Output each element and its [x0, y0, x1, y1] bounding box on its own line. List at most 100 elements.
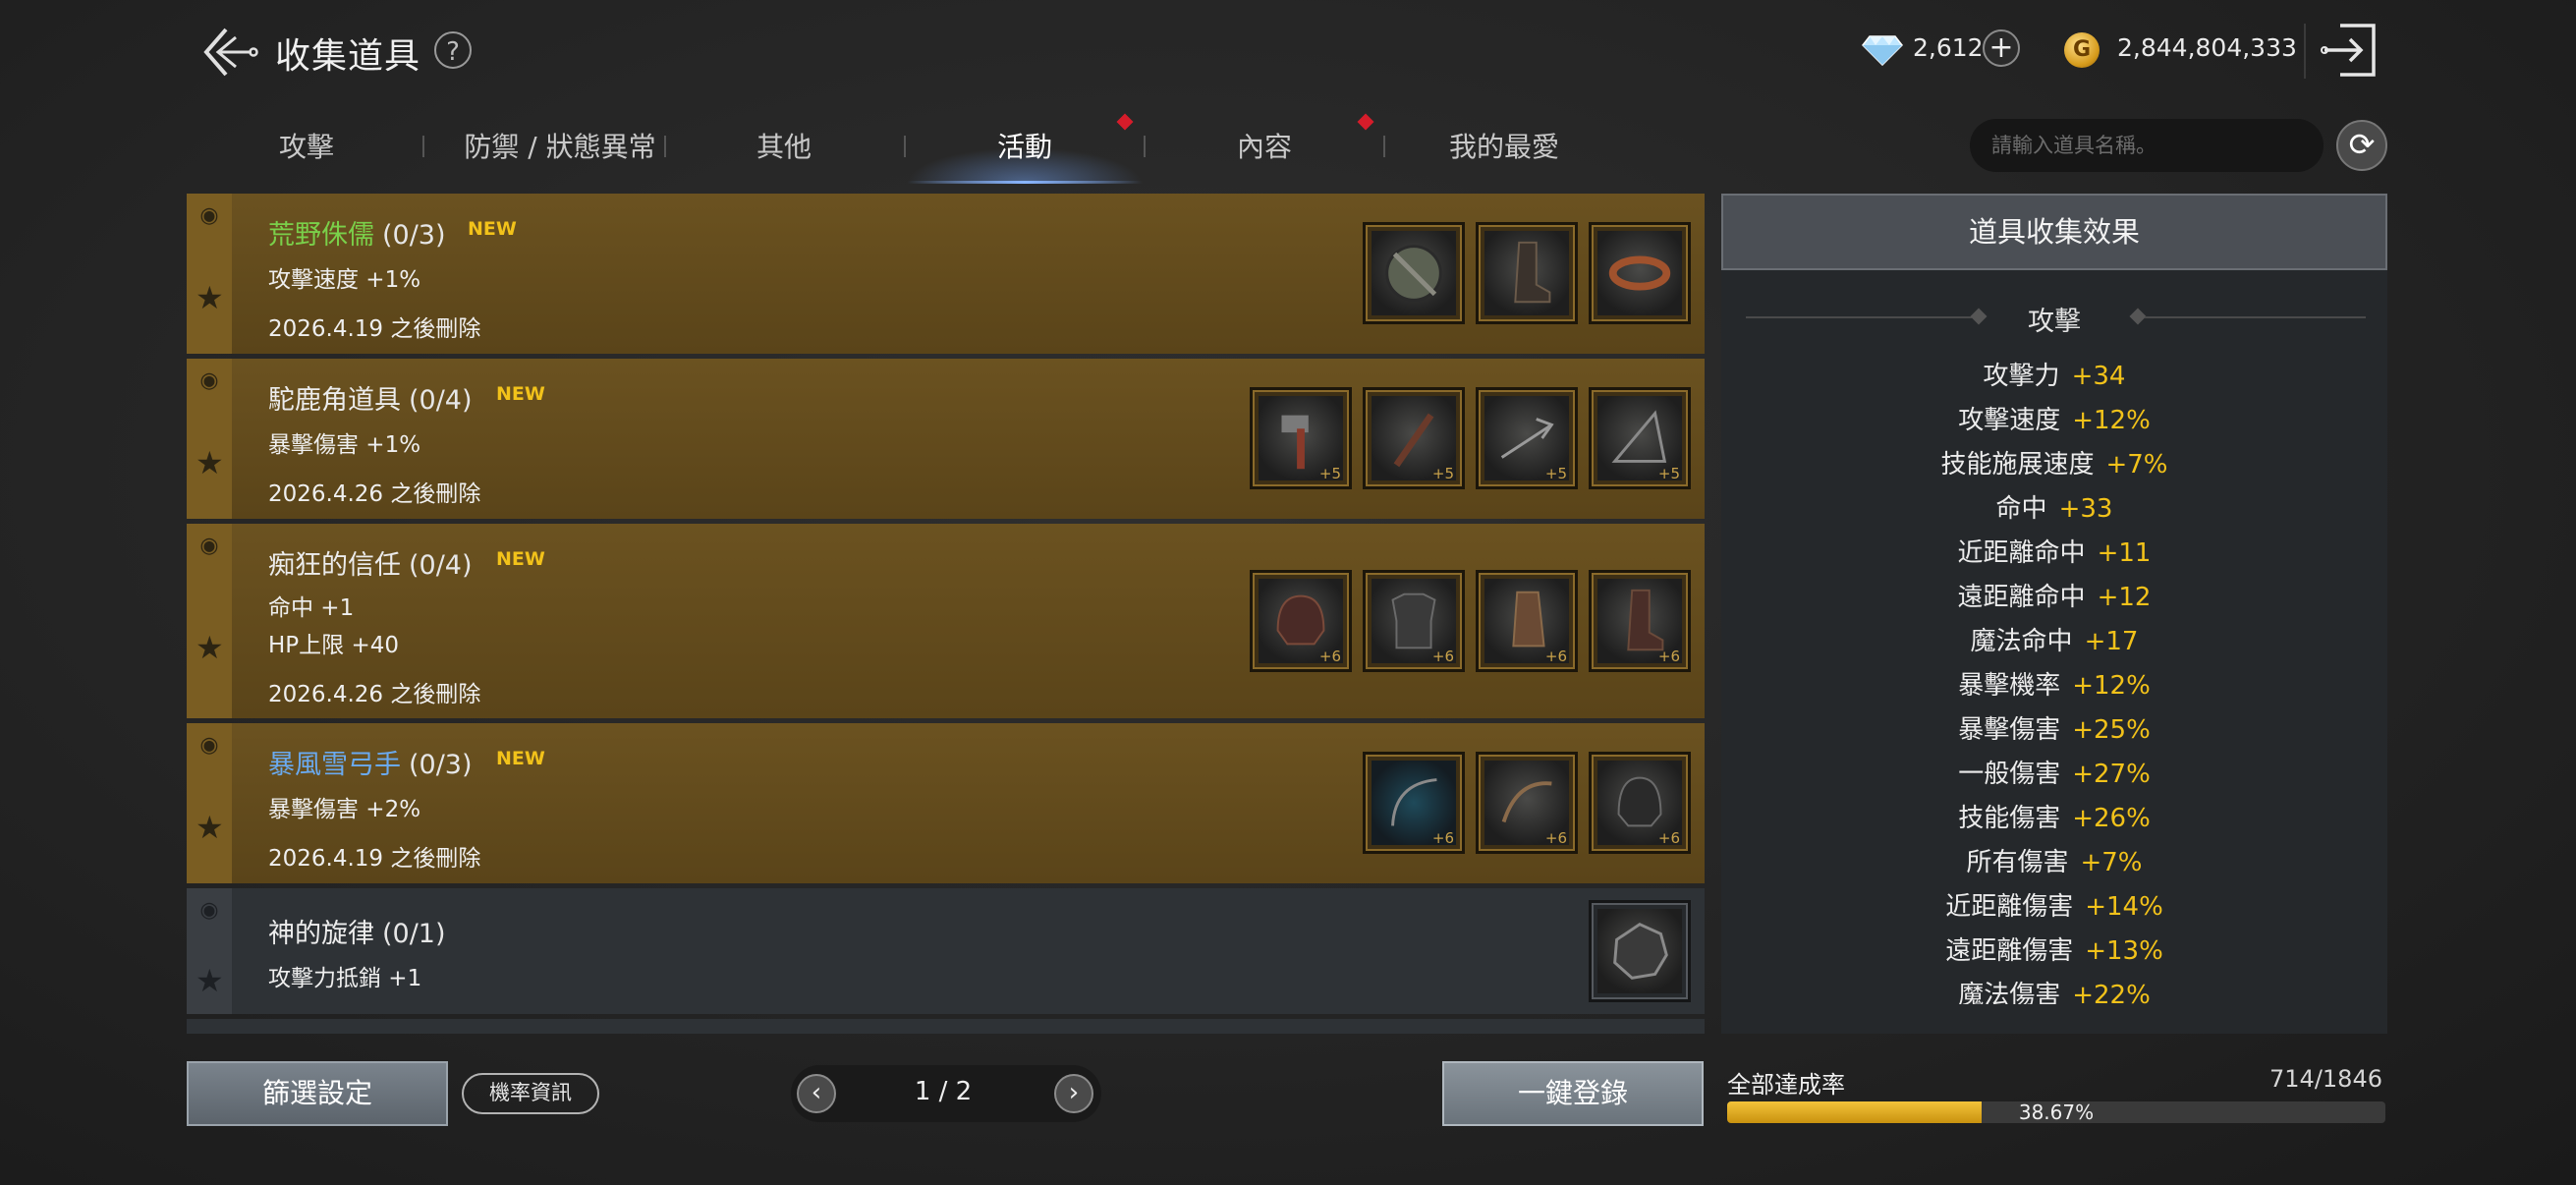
stat-label: 命中	[1995, 494, 2047, 524]
filter-settings-button[interactable]: 篩選設定	[187, 1061, 448, 1126]
tab-other[interactable]: 其他	[705, 126, 863, 181]
back-arrow-icon[interactable]	[196, 20, 261, 85]
stat-value: +22%	[2072, 981, 2151, 1004]
item-slot[interactable]: +6	[1363, 570, 1465, 672]
collection-row[interactable]: ◉ ★ 暴風雪弓手 (0/3) NEW 暴擊傷害 +2% 2026.4.19 之後…	[187, 723, 1705, 883]
collection-name-row: 荒野侏儒 (0/3)	[268, 213, 446, 252]
collection-count: (0/3)	[409, 750, 473, 780]
collection-name-row: 神的旋律 (0/1)	[268, 912, 446, 950]
collection-count: (0/3)	[382, 220, 446, 251]
collection-name: 痴狂的信任	[268, 550, 401, 581]
stat-line: 所有傷害 +7%	[1721, 842, 2387, 878]
favorite-star-icon[interactable]: ★	[196, 282, 224, 313]
diamond-icon	[1862, 35, 1903, 66]
search-input[interactable]	[1970, 119, 2324, 172]
stat-label: 暴擊傷害	[1958, 715, 2061, 745]
favorite-star-icon[interactable]: ★	[196, 447, 224, 479]
collection-effect: 命中 +1	[268, 595, 355, 621]
stat-value: +33	[2058, 494, 2113, 524]
collection-list[interactable]: ◉ ★ 荒野侏儒 (0/3) NEW 攻擊速度 +1% 2026.4.19 之後刪…	[187, 194, 1705, 1034]
item-slot[interactable]: +6	[1476, 752, 1578, 854]
collection-row-partial	[187, 1019, 1705, 1034]
exit-icon[interactable]	[2319, 18, 2383, 83]
help-icon[interactable]: ?	[434, 31, 472, 69]
item-slot[interactable]	[1589, 900, 1691, 1002]
favorite-star-icon[interactable]: ★	[196, 965, 224, 996]
belt-icon	[1608, 255, 1671, 291]
eye-icon[interactable]: ◉	[196, 536, 223, 557]
enhance-level: +6	[1657, 829, 1680, 847]
prev-page-button[interactable]: ‹	[797, 1074, 836, 1113]
item-slot[interactable]: +5	[1476, 387, 1578, 489]
stat-line: 近距離命中 +11	[1721, 533, 2387, 569]
collection-name-row: 駝鹿角道具 (0/4)	[268, 378, 473, 417]
collection-expiry: 2026.4.26 之後刪除	[268, 682, 481, 707]
collection-row[interactable]: ◉ ★ 駝鹿角道具 (0/4) NEW 暴擊傷害 +1% 2026.4.26 之後…	[187, 359, 1705, 519]
collection-expiry: 2026.4.19 之後刪除	[268, 846, 481, 872]
tab-event[interactable]: 活動	[946, 126, 1103, 181]
collection-effect: 攻擊速度 +1%	[268, 267, 421, 293]
item-slot[interactable]: +6	[1476, 570, 1578, 672]
collection-row[interactable]: ◉ ★ 荒野侏儒 (0/3) NEW 攻擊速度 +1% 2026.4.19 之後刪…	[187, 194, 1705, 354]
collection-count: (0/4)	[409, 385, 473, 416]
item-slot[interactable]	[1589, 222, 1691, 324]
probability-info-button[interactable]: 機率資訊	[462, 1073, 599, 1114]
tab-defense-status[interactable]: 防禦 / 狀態異常	[432, 126, 688, 181]
stat-label: 攻擊力	[1983, 362, 2060, 391]
stat-label: 技能傷害	[1958, 804, 2061, 833]
stat-label: 魔法命中	[1970, 627, 2073, 656]
add-diamond-button[interactable]: +	[1983, 29, 2020, 67]
enhance-level: +6	[1431, 648, 1454, 665]
tab-content[interactable]: 內容	[1186, 126, 1343, 181]
panel-title: 道具收集效果	[1721, 194, 2387, 270]
collection-count: (0/1)	[382, 919, 446, 949]
new-badge: NEW	[496, 748, 545, 769]
item-slot[interactable]: +5	[1363, 387, 1465, 489]
stat-line: 暴擊傷害 +25%	[1721, 709, 2387, 746]
collection-name: 駝鹿角道具	[268, 385, 401, 416]
enhance-level: +6	[1544, 648, 1567, 665]
collection-name: 暴風雪弓手	[268, 750, 401, 780]
eye-icon[interactable]: ◉	[196, 735, 223, 757]
stat-line: 暴擊機率 +12%	[1721, 665, 2387, 702]
refresh-icon[interactable]: ⟳	[2336, 120, 2387, 171]
stat-line: 技能施展速度 +7%	[1721, 444, 2387, 480]
collection-effect: HP上限 +40	[268, 633, 400, 658]
item-slot[interactable]	[1363, 222, 1465, 324]
tab-attack[interactable]: 攻擊	[228, 126, 385, 181]
collection-name-row: 暴風雪弓手 (0/3)	[268, 743, 473, 781]
stat-value: +12%	[2072, 671, 2151, 701]
tab-divider	[904, 136, 906, 157]
item-slot[interactable]	[1476, 222, 1578, 324]
item-slot[interactable]: +6	[1589, 570, 1691, 672]
item-slot[interactable]: +5	[1589, 387, 1691, 489]
stat-line: 一般傷害 +27%	[1721, 754, 2387, 790]
item-slot[interactable]: +5	[1250, 387, 1352, 489]
item-slot[interactable]: +6	[1250, 570, 1352, 672]
enhance-level: +5	[1318, 465, 1341, 482]
collection-row[interactable]: ◉ ★ 痴狂的信任 (0/4) NEW 命中 +1 HP上限 +40 2026.4…	[187, 524, 1705, 718]
item-slot[interactable]: +6	[1363, 752, 1465, 854]
favorite-star-icon[interactable]: ★	[196, 632, 224, 663]
stat-line: 攻擊力 +34	[1721, 356, 2387, 392]
stat-line: 遠距離命中 +12	[1721, 577, 2387, 613]
eye-icon[interactable]: ◉	[196, 370, 223, 392]
favorite-star-icon[interactable]: ★	[196, 812, 224, 843]
tab-favorites[interactable]: 我的最愛	[1426, 126, 1583, 181]
item-slot[interactable]: +6	[1589, 752, 1691, 854]
page-title: 收集道具	[275, 36, 421, 77]
register-all-button[interactable]: 一鍵登錄	[1442, 1061, 1704, 1126]
completion-percent: 38.67%	[2018, 1100, 2095, 1124]
eye-icon[interactable]: ◉	[196, 205, 223, 227]
stat-value: +12	[2097, 583, 2152, 612]
stat-value: +12%	[2072, 406, 2151, 435]
next-page-button[interactable]: ›	[1054, 1074, 1093, 1113]
enhance-level: +5	[1544, 465, 1567, 482]
shield-icon	[1385, 245, 1442, 302]
collection-row[interactable]: ◉ ★ 神的旋律 (0/1) 攻擊力抵銷 +1	[187, 888, 1705, 1014]
stat-value: +11	[2097, 538, 2152, 568]
stat-line: 命中 +33	[1721, 488, 2387, 525]
stat-value: +27%	[2072, 760, 2151, 789]
stat-label: 近距離命中	[1957, 538, 2086, 568]
eye-icon[interactable]: ◉	[196, 900, 223, 922]
